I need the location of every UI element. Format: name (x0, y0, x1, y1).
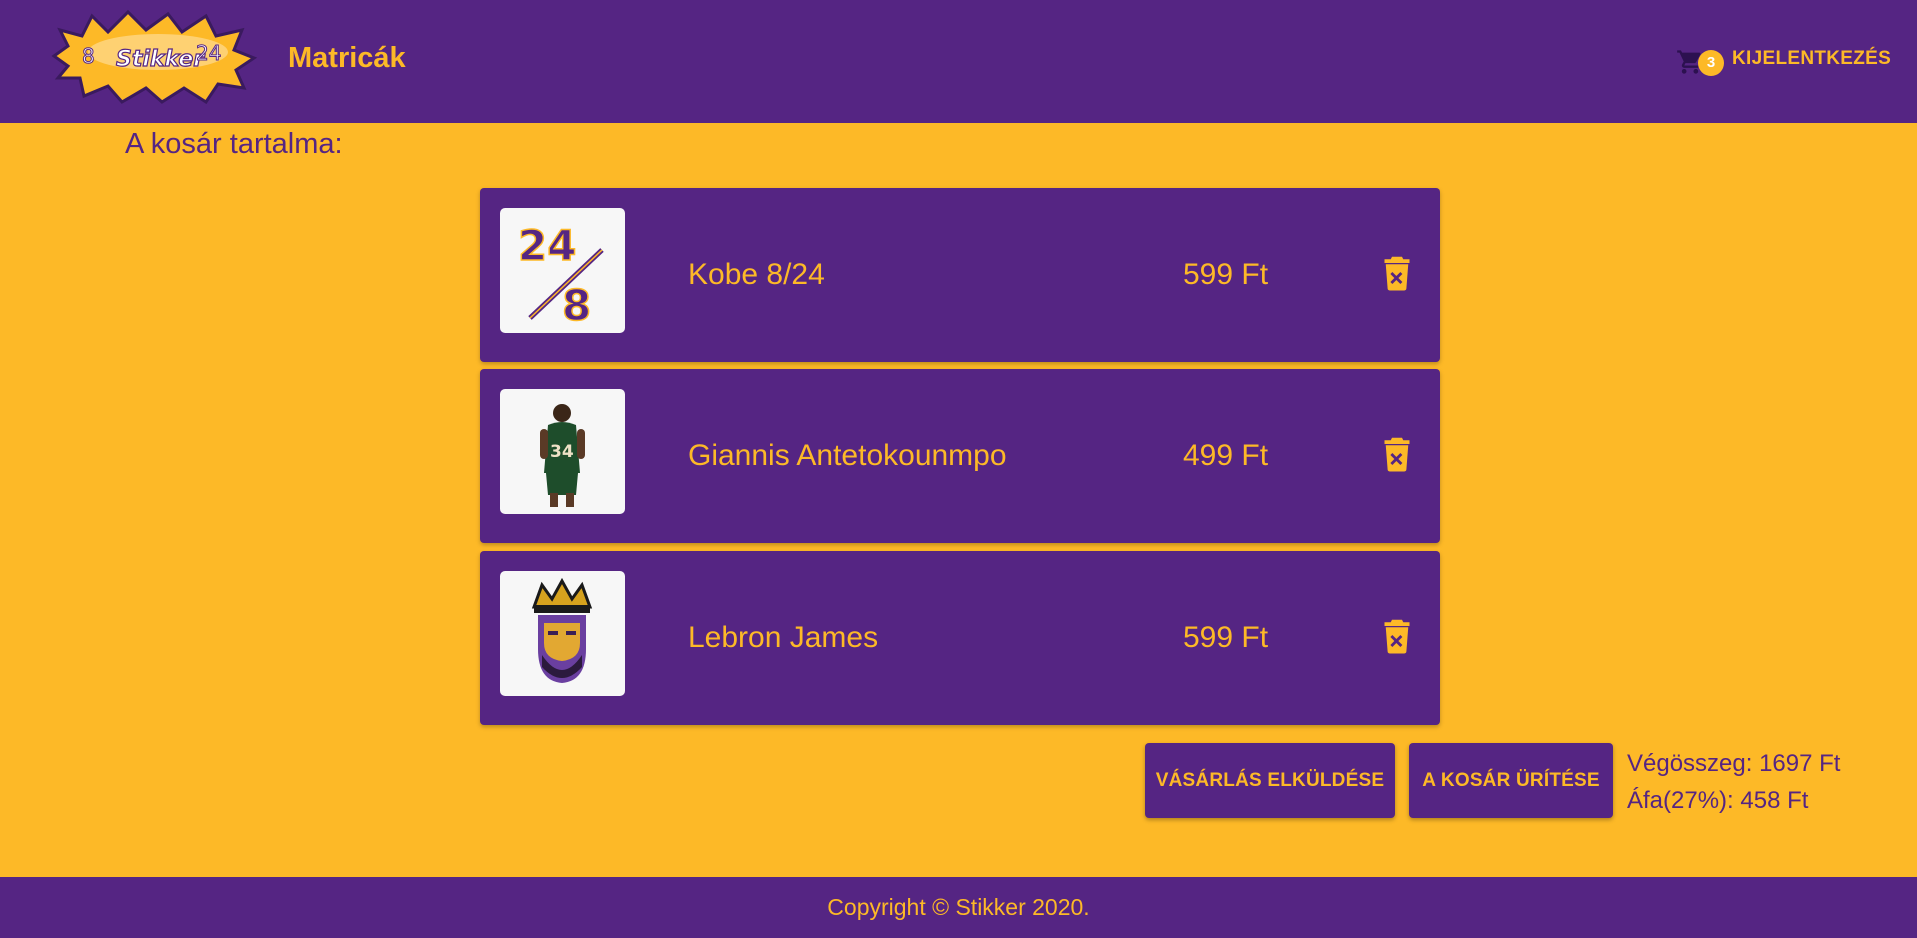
item-price: 599 Ft (1183, 621, 1269, 654)
vat-amount: Áfa(27%): 458 Ft (1627, 787, 1809, 814)
delete-item-icon[interactable] (1382, 618, 1412, 654)
item-name: Lebron James (688, 621, 879, 654)
logout-button[interactable]: KIJELENTKEZÉS (1732, 48, 1891, 70)
item-price: 499 Ft (1183, 439, 1269, 472)
cart-count-badge: 3 (1698, 50, 1724, 76)
logo-number-left: 8 (82, 44, 95, 68)
delete-item-icon[interactable] (1382, 255, 1412, 291)
cart-item: 34 Giannis Antetokounmpo 499 Ft (480, 369, 1440, 543)
product-image-lebron (500, 571, 625, 696)
item-name: Kobe 8/24 (688, 258, 825, 291)
product-image-kobe: 24 8 (500, 208, 625, 333)
app-title[interactable]: Matricák (288, 42, 406, 75)
item-name: Giannis Antetokounmpo (688, 439, 1007, 472)
order-totals: Végösszeg: 1697 Ft Áfa(27%): 458 Ft (1627, 745, 1840, 819)
clear-cart-button[interactable]: A KOSÁR ÜRÍTÉSE (1409, 743, 1613, 818)
logo-text: Stikker (116, 47, 205, 72)
submit-order-button[interactable]: VÁSÁRLÁS ELKÜLDÉSE (1145, 743, 1395, 818)
cart-item: Lebron James 599 Ft (480, 551, 1440, 725)
top-app-bar: 8 Stikker 24 Matricák 3 KIJELENTKEZÉS (0, 0, 1917, 123)
svg-text:24: 24 (518, 221, 576, 270)
product-image-giannis: 34 (500, 389, 625, 514)
page-title: A kosár tartalma: (125, 128, 343, 160)
total-amount: Végösszeg: 1697 Ft (1627, 750, 1841, 777)
cart-button[interactable]: 3 (1676, 46, 1724, 76)
item-price: 599 Ft (1183, 258, 1269, 291)
delete-item-icon[interactable] (1382, 436, 1412, 472)
footer: Copyright © Stikker 2020. (0, 877, 1917, 938)
stikker-logo[interactable]: 8 Stikker 24 (46, 8, 261, 105)
svg-text:34: 34 (550, 442, 574, 462)
logo-number-right: 24 (196, 41, 221, 65)
copyright-text: Copyright © Stikker 2020. (827, 894, 1090, 920)
svg-text:8: 8 (562, 281, 591, 330)
cart-item: 24 8 Kobe 8/24 599 Ft (480, 188, 1440, 362)
